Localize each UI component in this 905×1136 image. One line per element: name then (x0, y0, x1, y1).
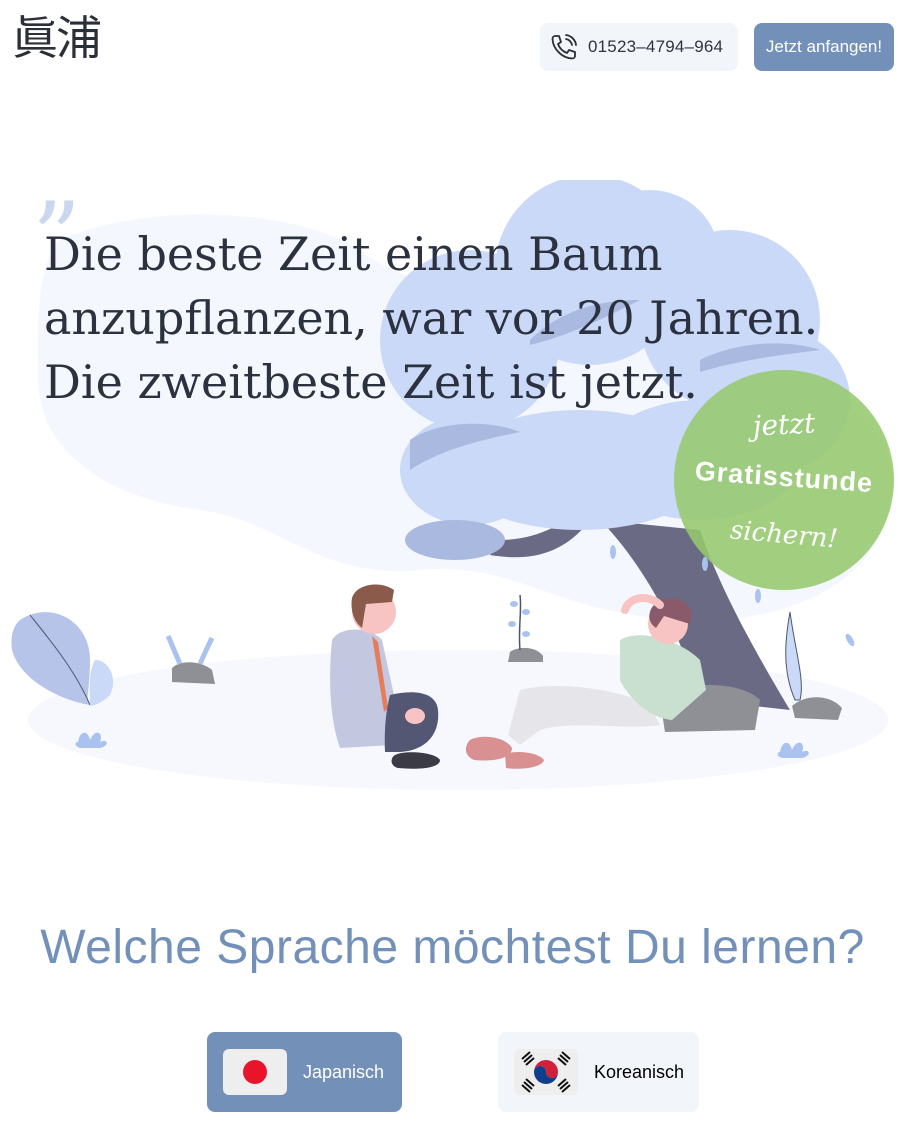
free-lesson-badge[interactable]: jetzt Gratisstunde sichern! (674, 370, 894, 590)
badge-line-3: sichern! (728, 515, 840, 555)
quote-line: anzupflanzen, war vor 20 Jahren. (44, 291, 819, 345)
plant-leaf (11, 612, 90, 705)
badge-line-1: jetzt (751, 406, 817, 443)
japan-flag-icon (223, 1049, 287, 1095)
start-now-button[interactable]: Jetzt anfangen! (754, 23, 894, 71)
phone-number: 01523–4794–964 (588, 37, 724, 56)
site-logo[interactable]: 眞浦 (12, 10, 102, 66)
badge-line-2: Gratisstunde (693, 455, 875, 499)
language-option-korean[interactable]: Koreanisch (498, 1032, 699, 1112)
quote-line: Die zweitbeste Zeit ist jetzt. (44, 355, 698, 409)
quote-line: Die beste Zeit einen Baum (44, 227, 663, 281)
language-label: Koreanisch (594, 1061, 685, 1082)
language-section-title: Welche Sprache möchtest Du lernen? (40, 921, 865, 974)
korea-flag-icon (514, 1049, 578, 1095)
phone-icon (551, 34, 577, 60)
language-option-japanese[interactable]: Japanisch (207, 1032, 402, 1112)
phone-button[interactable]: 01523–4794–964 (540, 23, 738, 71)
language-label: Japanisch (303, 1061, 385, 1082)
